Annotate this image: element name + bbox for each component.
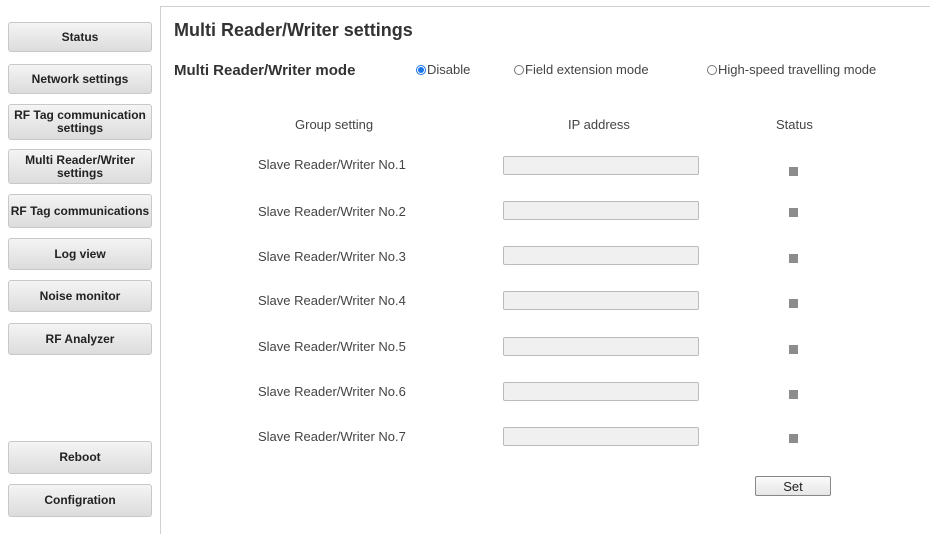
sidebar-item-rf-tag-communication-settings[interactable]: RF Tag communication settings [8,104,152,140]
slave-row-label: Slave Reader/Writer No.7 [258,429,406,444]
ip-address-input[interactable] [503,382,699,401]
slave-row-label: Slave Reader/Writer No.2 [258,204,406,219]
status-indicator [789,167,798,176]
column-header-status: Status [776,117,813,132]
slave-row-label: Slave Reader/Writer No.3 [258,249,406,264]
status-indicator [789,254,798,263]
slave-row-label: Slave Reader/Writer No.6 [258,384,406,399]
sidebar-item-rf-tag-communications[interactable]: RF Tag communications [8,194,152,228]
radio-unchecked-icon[interactable] [707,64,717,75]
radio-disable-label: Disable [427,62,471,77]
status-indicator [789,434,798,443]
ip-address-input[interactable] [503,156,699,175]
slave-row-label: Slave Reader/Writer No.4 [258,293,406,308]
column-header-ip-address: IP address [568,117,630,132]
status-indicator [789,345,798,354]
sidebar-item-configration[interactable]: Configration [8,484,152,517]
radio-disable[interactable]: Disable [416,62,470,77]
status-indicator [789,390,798,399]
radio-field-extension-mode[interactable]: Field extension mode [514,62,649,77]
radio-unchecked-icon[interactable] [514,64,524,75]
set-button[interactable]: Set [755,476,831,496]
status-indicator [789,299,798,308]
sidebar-item-log-view[interactable]: Log view [8,238,152,270]
sidebar-item-status[interactable]: Status [8,22,152,52]
ip-address-input[interactable] [503,337,699,356]
page-title: Multi Reader/Writer settings [174,20,413,40]
ip-address-input[interactable] [503,201,699,220]
ip-address-input[interactable] [503,246,699,265]
slave-row-label: Slave Reader/Writer No.1 [258,157,406,172]
radio-checked-icon[interactable] [416,64,426,75]
status-indicator [789,208,798,217]
column-header-group-setting: Group setting [295,117,374,132]
sidebar-item-reboot[interactable]: Reboot [8,441,152,474]
radio-high-speed-travelling-mode[interactable]: High-speed travelling mode [707,62,876,77]
mode-label: Multi Reader/Writer mode [174,62,356,79]
ip-address-input[interactable] [503,291,699,310]
radio-high-speed-label: High-speed travelling mode [718,62,877,77]
sidebar-item-network-settings[interactable]: Network settings [8,64,152,94]
sidebar-item-noise-monitor[interactable]: Noise monitor [8,280,152,312]
slave-row-label: Slave Reader/Writer No.5 [258,339,406,354]
header-divider [160,6,930,7]
ip-address-input[interactable] [503,427,699,446]
sidebar-nav: Status Network settings RF Tag communica… [0,0,160,534]
sidebar-item-rf-analyzer[interactable]: RF Analyzer [8,323,152,355]
radio-field-extension-label: Field extension mode [525,62,649,77]
sidebar-item-multi-reader-writer-settings[interactable]: Multi Reader/Writer settings [8,149,152,184]
sidebar-divider [160,6,161,534]
